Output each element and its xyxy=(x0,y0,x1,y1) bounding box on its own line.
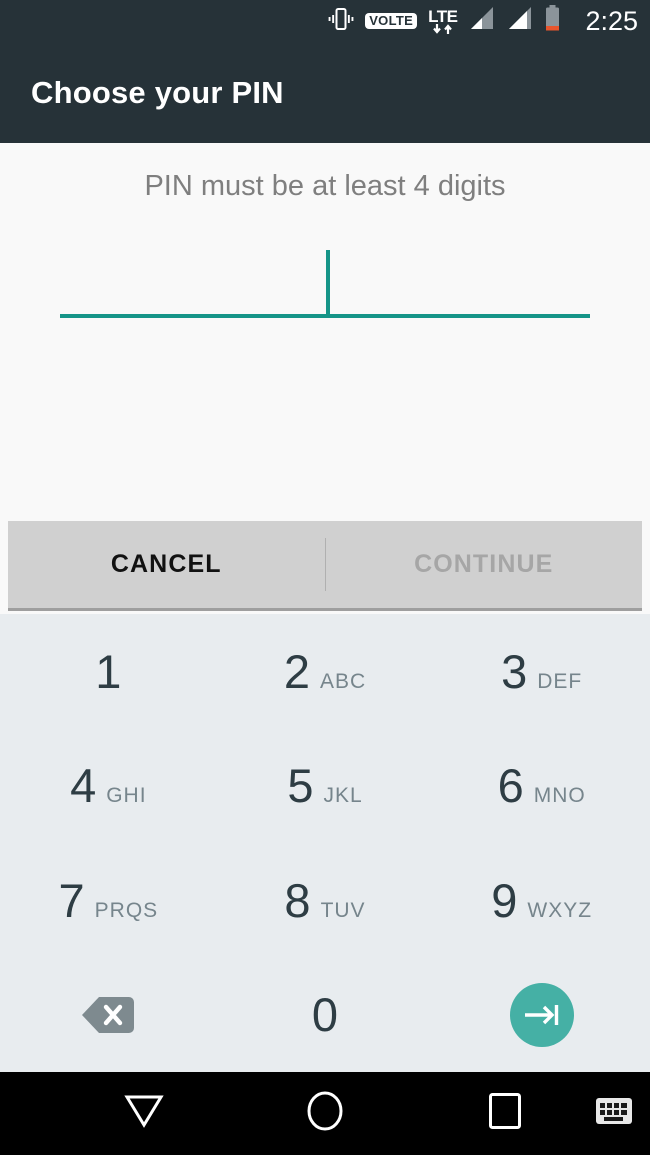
key-3[interactable]: 3 DEF xyxy=(433,614,650,729)
page-title: Choose your PIN xyxy=(31,74,284,110)
key-4-letters: GHI xyxy=(106,784,147,808)
continue-button[interactable]: CONTINUE xyxy=(326,521,643,608)
enter-arrow-icon xyxy=(509,982,574,1047)
key-3-letters: DEF xyxy=(537,669,583,693)
nav-home-button[interactable] xyxy=(279,1072,371,1155)
nav-keyboard-switch-button[interactable] xyxy=(585,1072,643,1155)
content-area: PIN must be at least 4 digits xyxy=(0,143,650,521)
key-2-digit: 2 xyxy=(283,644,310,698)
square-icon xyxy=(488,1092,522,1135)
keyboard-icon xyxy=(595,1096,633,1131)
app-header: Choose your PIN xyxy=(0,42,650,143)
key-4[interactable]: 4 GHI xyxy=(0,729,217,844)
key-5-digit: 5 xyxy=(287,759,314,813)
key-7-digit: 7 xyxy=(58,873,85,927)
vibrate-icon xyxy=(328,7,354,36)
numeric-keypad: 1 2 ABC 3 DEF 4 GHI 5 JKL 6 MNO 7 PRQS 8… xyxy=(0,614,650,1072)
key-5-letters: JKL xyxy=(323,784,363,808)
pin-input-caret xyxy=(326,250,330,315)
key-2[interactable]: 2 ABC xyxy=(217,614,434,729)
circle-icon xyxy=(305,1090,345,1137)
key-0-digit: 0 xyxy=(311,988,339,1042)
backspace-icon xyxy=(82,996,135,1034)
key-4-digit: 4 xyxy=(70,759,97,813)
signal-sim2-icon xyxy=(506,6,533,36)
battery-icon xyxy=(544,5,561,37)
key-8[interactable]: 8 TUV xyxy=(217,843,434,958)
pin-input-underline xyxy=(60,314,590,318)
key-9-digit: 9 xyxy=(491,873,518,927)
key-8-digit: 8 xyxy=(284,873,311,927)
key-6-letters: MNO xyxy=(533,784,586,808)
status-bar: VOLTE LTE 2:25 xyxy=(0,0,650,42)
status-bar-icons: VOLTE LTE 2:25 xyxy=(328,5,638,37)
volte-icon: VOLTE xyxy=(365,13,418,29)
key-0[interactable]: 0 xyxy=(217,958,434,1073)
key-7[interactable]: 7 PRQS xyxy=(0,843,217,958)
key-1-digit: 1 xyxy=(95,644,122,698)
enter-key[interactable] xyxy=(433,958,650,1073)
pin-hint-text: PIN must be at least 4 digits xyxy=(144,170,506,202)
triangle-down-icon xyxy=(123,1092,165,1135)
backspace-key[interactable] xyxy=(0,958,217,1073)
key-7-letters: PRQS xyxy=(94,898,159,922)
phone-screen: VOLTE LTE 2:25 Choose your PIN PIN must … xyxy=(0,0,650,1155)
pin-input[interactable] xyxy=(60,243,590,318)
action-button-bar: CANCEL CONTINUE xyxy=(8,521,642,611)
key-2-letters: ABC xyxy=(319,669,367,693)
key-9-letters: WXYZ xyxy=(527,898,593,922)
lte-data-icon: LTE xyxy=(428,8,458,35)
key-1[interactable]: 1 xyxy=(0,614,217,729)
status-bar-clock: 2:25 xyxy=(585,5,638,36)
key-6-digit: 6 xyxy=(497,759,524,813)
signal-sim1-icon xyxy=(468,6,495,36)
nav-recents-button[interactable] xyxy=(459,1072,551,1155)
key-6[interactable]: 6 MNO xyxy=(433,729,650,844)
key-5[interactable]: 5 JKL xyxy=(217,729,434,844)
key-9[interactable]: 9 WXYZ xyxy=(433,843,650,958)
key-8-letters: TUV xyxy=(320,898,366,922)
cancel-button[interactable]: CANCEL xyxy=(8,521,325,608)
key-3-digit: 3 xyxy=(501,644,528,698)
navigation-bar xyxy=(0,1072,650,1155)
nav-back-button[interactable] xyxy=(98,1072,190,1155)
